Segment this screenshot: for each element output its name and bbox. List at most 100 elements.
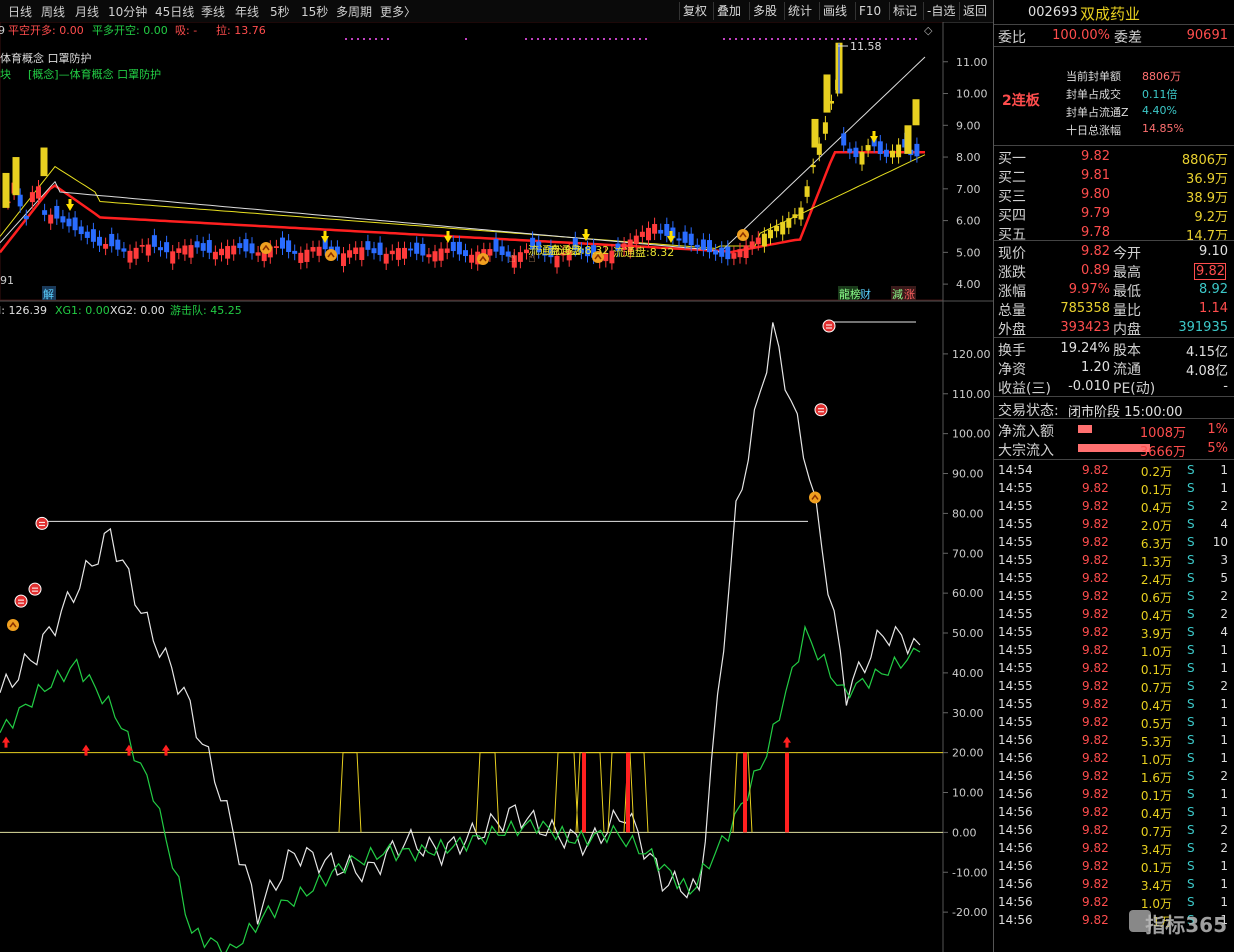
f10-button[interactable]: F10 xyxy=(855,2,884,20)
candle-body xyxy=(646,227,651,241)
signal-dot xyxy=(627,38,629,40)
signal-dot xyxy=(825,38,827,40)
tick-side: S xyxy=(1187,877,1195,891)
mark-button[interactable]: 标记 xyxy=(889,2,920,20)
tab-daily[interactable]: 日线 xyxy=(8,3,32,20)
tab-yearly[interactable]: 年线 xyxy=(235,3,259,20)
tab-weekly[interactable]: 周线 xyxy=(41,3,65,20)
bid-price[interactable]: 9.80 xyxy=(1054,187,1110,202)
tab-15sec[interactable]: 15秒 xyxy=(301,3,328,20)
candle-body xyxy=(231,245,237,255)
tab-more[interactable]: 更多〉 xyxy=(380,3,416,20)
diamond-icon[interactable]: ◇ xyxy=(924,24,933,37)
candle-body xyxy=(493,239,499,252)
bid-price[interactable]: 9.78 xyxy=(1054,225,1110,240)
tab-quarterly[interactable]: 季线 xyxy=(201,3,225,20)
quote-value: 393423 xyxy=(1060,320,1110,335)
multi-stock-button[interactable]: 多股 xyxy=(749,2,780,20)
tick-volume: 6.3万 xyxy=(1140,537,1172,551)
tick-time: 14:55 xyxy=(998,625,1033,639)
candle-body xyxy=(700,239,706,250)
tick-row: 14:56 9.82 0.4万 S 1 xyxy=(994,804,1234,822)
signal-dot xyxy=(837,38,839,40)
tab-monthly[interactable]: 月线 xyxy=(75,3,99,20)
tick-time: 14:55 xyxy=(998,499,1033,513)
tab-45day[interactable]: 45日线 xyxy=(155,3,194,20)
candle-body xyxy=(633,235,639,245)
candle-body xyxy=(658,229,664,234)
tick-time: 14:56 xyxy=(998,877,1033,891)
tick-time: 14:56 xyxy=(998,859,1033,873)
bid-volume: 36.9万 xyxy=(1186,172,1228,187)
candle-body xyxy=(280,237,285,249)
tick-side: S xyxy=(1187,895,1195,909)
tick-price: 9.82 xyxy=(1082,823,1109,837)
tab-multi-period[interactable]: 多周期 xyxy=(336,3,372,20)
tick-row: 14:54 9.82 0.2万 S 1 xyxy=(994,462,1234,480)
price-tick-label: 7.00 xyxy=(956,183,981,196)
candle-body xyxy=(853,147,859,158)
candle-body xyxy=(755,237,761,245)
candle-body xyxy=(341,253,346,267)
osc-gridlines xyxy=(0,321,943,833)
bid-price[interactable]: 9.82 xyxy=(1054,149,1110,164)
draw-button[interactable]: 画线 xyxy=(819,2,850,20)
tick-side: S xyxy=(1187,787,1195,801)
candle-body xyxy=(414,242,420,254)
float-label-2: 流通盘:8.32 xyxy=(548,243,609,257)
back-button[interactable]: 返回 xyxy=(959,2,990,20)
tick-price: 9.82 xyxy=(1082,679,1109,693)
seal-row-label: 当前封单额 xyxy=(1066,70,1121,83)
tick-time: 14:55 xyxy=(998,697,1033,711)
stats-button[interactable]: 统计 xyxy=(784,2,815,20)
signal-dot xyxy=(903,38,905,40)
candle-body xyxy=(103,243,109,249)
candle-body xyxy=(243,239,249,252)
concept-line2b: [概念]—体育概念 口罩防护 xyxy=(28,67,161,81)
tick-row: 14:55 9.82 1.3万 S 3 xyxy=(994,552,1234,570)
candle-body xyxy=(78,226,84,235)
price-tick-label: 6.00 xyxy=(956,215,981,228)
osc-tick-label: 60.00 xyxy=(952,587,984,600)
adjust-button[interactable]: 复权 xyxy=(679,2,710,20)
signal-dot xyxy=(363,38,365,40)
bid-price[interactable]: 9.79 xyxy=(1054,206,1110,221)
status-label: 交易状态: xyxy=(998,403,1059,419)
signal-dot xyxy=(369,38,371,40)
candle-body xyxy=(237,243,243,249)
candle-body xyxy=(145,244,151,256)
candle-body xyxy=(456,241,462,255)
tick-side: S xyxy=(1187,643,1195,657)
tick-count: 1 xyxy=(1220,715,1228,729)
tick-count: 1 xyxy=(1220,481,1228,495)
signal-dot xyxy=(639,38,641,40)
chart-area[interactable]: 9 平空开多: 0.00 平多开空: 0.00 吸: - 拉: 13.76 体育… xyxy=(0,22,993,952)
watchlist-button[interactable]: -自选 xyxy=(923,2,958,20)
tick-side: S xyxy=(1187,625,1195,639)
tick-count: 1 xyxy=(1220,463,1228,477)
tab-5sec[interactable]: 5秒 xyxy=(270,3,290,20)
overlay-button[interactable]: 叠加 xyxy=(713,2,744,20)
bid-label: 买一 xyxy=(998,151,1026,167)
candle-body-emph xyxy=(904,125,912,154)
signal-dot xyxy=(765,38,767,40)
tab-10min[interactable]: 10分钟 xyxy=(108,3,147,20)
candle-body xyxy=(97,236,102,246)
bid-price[interactable]: 9.81 xyxy=(1054,168,1110,183)
osc-tick-label: 90.00 xyxy=(952,468,984,481)
buy-circle-icon xyxy=(325,249,337,261)
tick-volume: 0.1万 xyxy=(1140,663,1172,677)
signal-bar xyxy=(743,752,747,833)
tick-side: S xyxy=(1187,715,1195,729)
candle-body xyxy=(42,210,48,215)
finance-badge-text[interactable]: 财 xyxy=(860,287,871,301)
tick-time: 14:55 xyxy=(998,571,1033,585)
candle-body xyxy=(176,248,182,253)
buy-circle-icon xyxy=(737,229,749,241)
tick-time: 14:55 xyxy=(998,553,1033,567)
candle-body xyxy=(890,150,895,158)
candle-body xyxy=(743,245,749,258)
tick-volume: 0.4万 xyxy=(1140,609,1172,623)
signal-dot xyxy=(789,38,791,40)
tick-count: 1 xyxy=(1220,751,1228,765)
